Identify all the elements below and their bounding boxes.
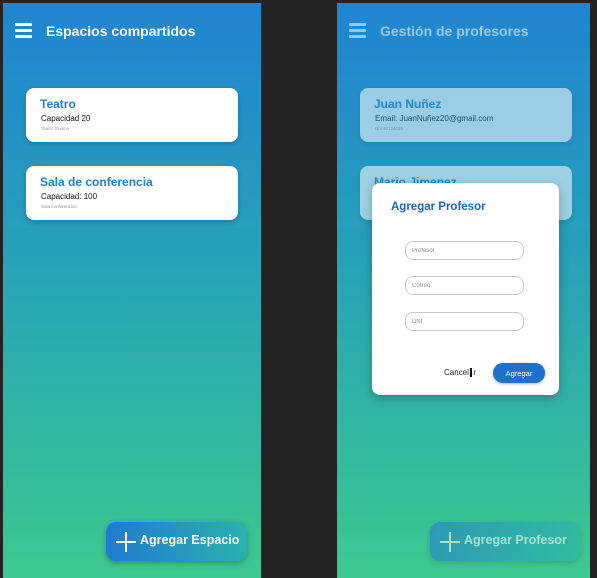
space-name: Teatro (40, 97, 76, 111)
page-title: Gestión de profesores (380, 23, 529, 39)
professor-email: Email: JuanNuñez20@gmail.com (375, 114, 494, 123)
space-description: Teatro musica (41, 126, 70, 131)
professor-name: Juan Nuñez (374, 97, 442, 111)
text-cursor-icon (469, 367, 473, 378)
space-capacity: Capacidad 20 (41, 114, 91, 123)
professor-name-input[interactable] (405, 241, 524, 260)
dni-input[interactable] (405, 312, 524, 331)
space-description: Sala conferencias (41, 204, 77, 209)
plus-icon (440, 532, 460, 552)
professor-card-juan: Juan Nuñez Email: JuanNuñez20@gmail.com … (360, 88, 572, 142)
add-space-button[interactable]: Agregar Espacio (106, 522, 247, 561)
space-capacity: Capacidad: 100 (41, 192, 98, 201)
space-card-teatro[interactable]: Teatro Capacidad 20 Teatro musica (26, 88, 238, 142)
space-card-sala-conferencia[interactable]: Sala de conferencia Capacidad: 100 Sala … (26, 166, 238, 220)
add-button[interactable]: Agregar (493, 363, 545, 383)
spaces-screen: Espacios compartidos Teatro Capacidad 20… (3, 3, 261, 578)
hamburger-menu-icon[interactable] (15, 23, 32, 38)
hamburger-menu-icon (349, 23, 366, 38)
professor-detail: Dni 40124035 (375, 126, 404, 131)
space-name: Sala de conferencia (40, 175, 153, 189)
add-professor-button: Agregar Profesor (430, 522, 580, 561)
professors-screen: Gestión de profesores Juan Nuñez Email: … (337, 3, 590, 578)
add-space-label: Agregar Espacio (140, 533, 240, 547)
page-title: Espacios compartidos (46, 23, 196, 39)
add-professor-label: Agregar Profesor (464, 533, 567, 547)
plus-icon (116, 532, 136, 552)
app-bar: Gestión de profesores (337, 3, 590, 59)
dialog-title: Agregar Profesor (391, 201, 486, 213)
email-input[interactable] (405, 276, 524, 295)
app-bar: Espacios compartidos (3, 3, 261, 59)
add-professor-dialog: Agregar Profesor Cancelar Agregar (372, 183, 559, 395)
